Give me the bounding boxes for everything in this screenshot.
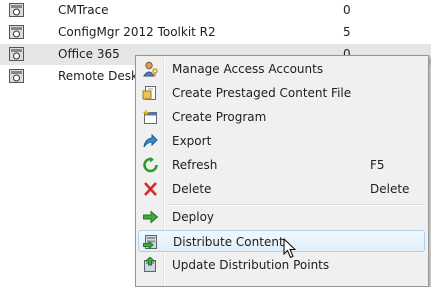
package-name: ConfigMgr 2012 Toolkit R2	[58, 25, 216, 39]
menu-item-label: Create Prestaged Content File	[172, 86, 352, 100]
delete-x-icon	[144, 182, 157, 196]
menu-item-label: Distribute Content	[173, 235, 284, 249]
menu-item-refresh[interactable]: Refresh F5	[138, 154, 425, 176]
distribute-content-icon	[143, 235, 157, 250]
update-distribution-points-icon	[144, 257, 156, 272]
menu-item-shortcut: Delete	[370, 182, 410, 196]
package-icon	[9, 47, 24, 61]
refresh-icon	[143, 157, 158, 173]
package-row-cmtrace[interactable]: CMTrace 0	[0, 0, 431, 21]
key-user-icon	[143, 61, 158, 77]
menu-item-label: Export	[172, 134, 212, 148]
menu-item-label: Create Program	[172, 110, 267, 124]
package-count: 5	[343, 25, 351, 39]
menu-item-shortcut: F5	[370, 158, 385, 172]
menu-item-create-program[interactable]: Create Program	[138, 106, 425, 128]
menu-item-create-prestaged-content-file[interactable]: Create Prestaged Content File	[138, 82, 425, 104]
menu-item-update-distribution-points[interactable]: Update Distribution Points	[138, 254, 425, 276]
mouse-pointer-icon	[283, 238, 297, 259]
menu-item-export[interactable]: Export	[138, 130, 425, 152]
menu-item-label: Update Distribution Points	[172, 258, 330, 272]
menu-item-distribute-content[interactable]: Distribute Content	[138, 230, 425, 252]
menu-item-deploy[interactable]: Deploy	[138, 206, 425, 228]
deploy-arrow-icon	[143, 210, 159, 224]
menu-item-label: Refresh	[172, 158, 218, 172]
menu-item-label: Manage Access Accounts	[172, 62, 324, 76]
package-icon	[9, 3, 24, 17]
menu-item-manage-access-accounts[interactable]: Manage Access Accounts	[138, 58, 425, 80]
package-count: 0	[343, 3, 351, 17]
menu-item-label: Deploy	[172, 210, 215, 224]
package-name: CMTrace	[58, 3, 109, 17]
package-row-toolkit[interactable]: ConfigMgr 2012 Toolkit R2 5	[0, 22, 431, 43]
context-menu: Manage Access Accounts Create Prestaged …	[135, 55, 429, 287]
create-program-icon	[142, 109, 157, 124]
package-icon	[9, 25, 24, 39]
package-name: Office 365	[58, 47, 120, 61]
export-arrow-icon	[143, 133, 158, 148]
prestaged-file-icon	[142, 86, 156, 100]
menu-item-label: Delete	[172, 182, 212, 196]
package-icon	[9, 69, 24, 83]
menu-item-delete[interactable]: Delete Delete	[138, 178, 425, 200]
